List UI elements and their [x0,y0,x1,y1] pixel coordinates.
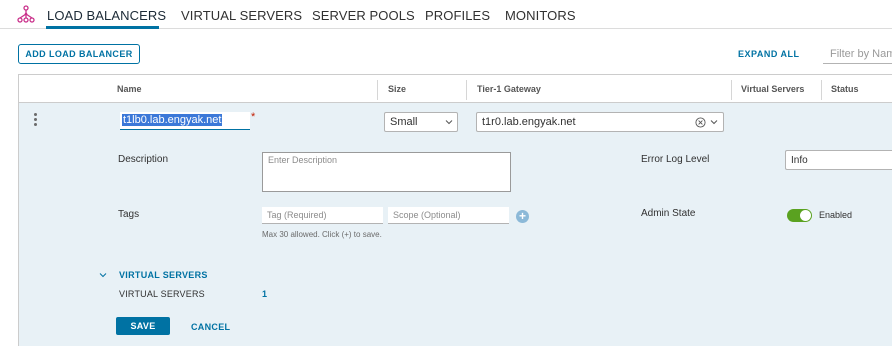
error-log-level-value: Info [791,155,808,166]
active-tab-indicator [46,26,159,29]
column-header-size[interactable]: Size [388,84,406,94]
tab-profiles[interactable]: PROFILES [425,8,490,23]
save-button[interactable]: SAVE [116,317,170,335]
grid-header: Name Size Tier-1 Gateway Virtual Servers… [19,75,892,103]
tag-input[interactable]: Tag (Required) [262,207,383,224]
column-separator[interactable] [466,80,467,100]
admin-state-toggle[interactable] [787,209,812,222]
name-input-value: t1lb0.lab.engyak.net [122,114,223,126]
description-label: Description [118,154,169,165]
virtual-servers-section-toggle[interactable]: VIRTUAL SERVERS [119,270,208,280]
virtual-servers-label: VIRTUAL SERVERS [119,289,205,299]
plus-circle-icon[interactable]: + [516,210,529,223]
virtual-servers-count-link[interactable]: 1 [262,289,267,299]
expand-all-link[interactable]: EXPAND ALL [738,49,800,59]
tier1-gateway-value: t1r0.lab.engyak.net [482,116,576,128]
add-load-balancer-button[interactable]: ADD LOAD BALANCER [18,44,140,64]
close-circle-icon[interactable] [695,117,706,128]
column-separator[interactable] [377,80,378,100]
column-header-virtual-servers[interactable]: Virtual Servers [741,84,804,94]
description-textarea[interactable]: Enter Description [262,152,511,192]
scope-input[interactable]: Scope (Optional) [388,207,509,224]
column-header-name[interactable]: Name [117,84,142,94]
chevron-down-icon[interactable] [99,271,107,279]
vertical-ellipsis-icon[interactable] [34,113,40,128]
admin-state-label: Admin State [641,208,696,219]
tab-monitors[interactable]: MONITORS [505,8,576,23]
error-log-level-select[interactable]: Info [785,150,892,170]
column-header-status[interactable]: Status [831,84,859,94]
edit-row: t1lb0.lab.engyak.net * Small t1r0.lab.en… [19,103,892,346]
column-header-tier1-gateway[interactable]: Tier-1 Gateway [477,84,541,94]
name-input[interactable]: t1lb0.lab.engyak.net [120,112,250,130]
size-select-value: Small [390,116,418,128]
tier1-gateway-select[interactable]: t1r0.lab.engyak.net [476,112,724,132]
tags-label: Tags [118,209,140,220]
column-separator[interactable] [821,80,822,100]
tab-server-pools[interactable]: SERVER POOLS [312,8,415,23]
error-log-level-label: Error Log Level [641,154,710,165]
chevron-down-icon [445,120,453,125]
tags-hint: Max 30 allowed. Click (+) to save. [262,230,382,239]
column-separator[interactable] [731,80,732,100]
size-select[interactable]: Small [384,112,458,132]
tab-virtual-servers[interactable]: VIRTUAL SERVERS [181,8,302,23]
load-balancer-grid: Name Size Tier-1 Gateway Virtual Servers… [18,74,892,346]
tab-load-balancers[interactable]: LOAD BALANCERS [47,8,166,23]
load-balancer-icon [17,5,35,23]
admin-state-value: Enabled [819,210,853,220]
filter-input[interactable] [823,44,892,64]
chevron-down-icon[interactable] [710,118,718,126]
cancel-button[interactable]: CANCEL [191,322,230,332]
tab-bar: LOAD BALANCERS VIRTUAL SERVERS SERVER PO… [0,0,892,29]
required-indicator: * [251,111,256,123]
